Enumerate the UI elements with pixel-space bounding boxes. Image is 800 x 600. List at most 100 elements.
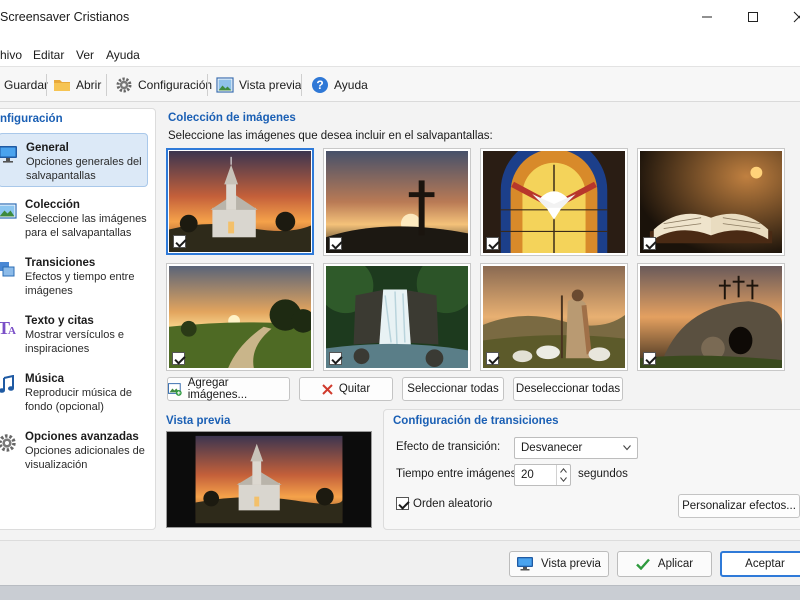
thumbnail-checkbox[interactable] xyxy=(643,237,656,250)
open-label: Abrir xyxy=(76,78,102,92)
collection-instruction: Seleccione las imágenes que desea inclui… xyxy=(168,130,493,142)
window-title: Screensaver Cristianos xyxy=(0,10,130,24)
svg-text:?: ? xyxy=(316,78,323,92)
transitions-title: Configuración de transiciones xyxy=(393,415,559,427)
save-button[interactable]: Guardar xyxy=(4,73,48,97)
chevron-down-icon xyxy=(623,445,631,451)
thumbnail-checkbox[interactable] xyxy=(329,352,342,365)
accept-button-label: Aceptar xyxy=(745,558,785,570)
toolbar-separator xyxy=(46,74,47,96)
menu-edit[interactable]: Editar xyxy=(33,48,64,62)
preview-toolbar-label: Vista previa xyxy=(239,78,302,92)
image-icon xyxy=(0,203,17,219)
sidebar-item-desc: Mostrar versículos e inspiraciones xyxy=(25,329,125,355)
maximize-button[interactable] xyxy=(730,0,776,34)
close-button[interactable] xyxy=(776,0,800,34)
thumbnail-church[interactable] xyxy=(166,148,314,255)
thumbnail-stained-glass[interactable] xyxy=(480,148,628,256)
toolbar-separator xyxy=(106,74,107,96)
menu-file[interactable]: hivo xyxy=(0,48,22,62)
add-images-button[interactable]: Agregar imágenes... xyxy=(167,377,290,401)
add-images-label: Agregar imágenes... xyxy=(187,377,248,401)
chevron-up-icon[interactable] xyxy=(560,468,567,473)
checkmark-icon xyxy=(636,558,650,570)
close-icon xyxy=(793,11,800,23)
stained-glass-image xyxy=(483,151,625,253)
minimize-icon xyxy=(702,16,712,18)
gear-icon xyxy=(116,77,132,93)
footer-bar: Vista previa Aplicar Aceptar xyxy=(0,540,800,585)
thumbnail-path[interactable] xyxy=(166,263,314,371)
thumbnail-checkbox[interactable] xyxy=(643,352,656,365)
toolbar-separator xyxy=(301,74,302,96)
sidebar-heading: nfiguración xyxy=(0,113,63,125)
sidebar-item-title: Colección xyxy=(25,199,80,211)
shepherd-image xyxy=(483,266,625,368)
waterfall-image xyxy=(326,266,468,368)
sidebar-item-desc: Seleccione las imágenes para el salvapan… xyxy=(25,213,147,239)
svg-text:A: A xyxy=(8,325,16,337)
sidebar-item-transitions[interactable]: Transiciones Efectos y tiempo entre imág… xyxy=(0,249,148,303)
remove-button[interactable]: Quitar xyxy=(299,377,393,401)
deselect-all-button[interactable]: Deseleccionar todas xyxy=(513,377,623,401)
apply-button-label: Aplicar xyxy=(657,558,694,570)
menu-help[interactable]: Ayuda xyxy=(106,48,140,62)
toolbar: Guardar Abrir Configuración Vista previa… xyxy=(0,66,800,102)
sidebar-item-text[interactable]: T A Texto y citas Mostrar versículos e i… xyxy=(0,307,148,361)
menu-view[interactable]: Ver xyxy=(76,48,94,62)
preview-button-label: Vista previa xyxy=(541,558,601,570)
sidebar-item-title: Texto y citas xyxy=(25,315,94,327)
open-button[interactable]: Abrir xyxy=(53,73,101,97)
preview-title: Vista previa xyxy=(166,415,231,427)
random-order-label: Orden aleatorio xyxy=(413,498,493,510)
time-label: Tiempo entre imágenes: xyxy=(396,468,520,480)
thumbnail-cross[interactable] xyxy=(323,148,471,256)
sidebar-item-advanced[interactable]: Opciones avanzadas Opciones adicionales … xyxy=(0,423,148,477)
sidebar-item-desc: Opciones adicionales de visualización xyxy=(25,445,145,471)
customize-effects-label: Personalizar efectos... xyxy=(682,500,796,512)
path-sunset-image xyxy=(169,266,311,368)
collection-title: Colección de imágenes xyxy=(168,112,296,124)
music-icon xyxy=(0,375,14,393)
customize-effects-button[interactable]: Personalizar efectos... xyxy=(678,494,800,518)
minimize-button[interactable] xyxy=(684,0,730,34)
accept-button[interactable]: Aceptar xyxy=(720,551,800,577)
sidebar-item-desc: Reproducir música de fondo (opcional) xyxy=(25,387,132,413)
effect-select[interactable]: Desvanecer xyxy=(514,437,638,459)
thumbnail-checkbox[interactable] xyxy=(173,235,186,248)
stepper-arrows[interactable] xyxy=(556,465,570,485)
picture-icon xyxy=(216,77,234,93)
random-order-checkbox[interactable] xyxy=(396,497,409,510)
maximize-icon xyxy=(748,12,758,22)
app-window: Screensaver Cristianos hivo Editar Ver A… xyxy=(0,0,800,586)
cross-image xyxy=(326,151,468,253)
help-button[interactable]: ? Ayuda xyxy=(311,73,368,97)
preview-button[interactable]: Vista previa xyxy=(509,551,609,577)
thumbnail-shepherd[interactable] xyxy=(480,263,628,371)
thumbnail-waterfall[interactable] xyxy=(323,263,471,371)
sidebar-item-title: Opciones avanzadas xyxy=(25,431,139,443)
empty-tomb-image xyxy=(640,266,782,368)
help-icon: ? xyxy=(312,77,328,93)
config-button[interactable]: Configuración xyxy=(115,73,212,97)
sidebar-item-general[interactable]: General Opciones generales del salvapant… xyxy=(0,133,148,187)
sidebar-item-music[interactable]: Música Reproducir música de fondo (opcio… xyxy=(0,365,148,419)
thumbnail-checkbox[interactable] xyxy=(486,237,499,250)
save-label: Guardar xyxy=(4,78,49,92)
text-icon: T A xyxy=(0,318,16,337)
preview-toolbar-button[interactable]: Vista previa xyxy=(216,73,301,97)
sidebar-item-collection[interactable]: Colección Seleccione las imágenes para e… xyxy=(0,191,148,245)
remove-icon xyxy=(322,383,333,395)
select-all-button[interactable]: Seleccionar todas xyxy=(402,377,504,401)
thumbnail-checkbox[interactable] xyxy=(486,352,499,365)
apply-button[interactable]: Aplicar xyxy=(617,551,712,577)
thumbnail-bible[interactable] xyxy=(637,148,785,256)
sidebar-item-title: General xyxy=(26,142,69,154)
thumbnail-checkbox[interactable] xyxy=(329,237,342,250)
sidebar-item-desc: Efectos y tiempo entre imágenes xyxy=(25,271,135,297)
bible-image xyxy=(640,151,782,253)
thumbnail-tomb[interactable] xyxy=(637,263,785,371)
chevron-down-icon[interactable] xyxy=(560,477,567,482)
time-stepper[interactable]: 20 xyxy=(514,464,571,486)
thumbnail-checkbox[interactable] xyxy=(172,352,185,365)
